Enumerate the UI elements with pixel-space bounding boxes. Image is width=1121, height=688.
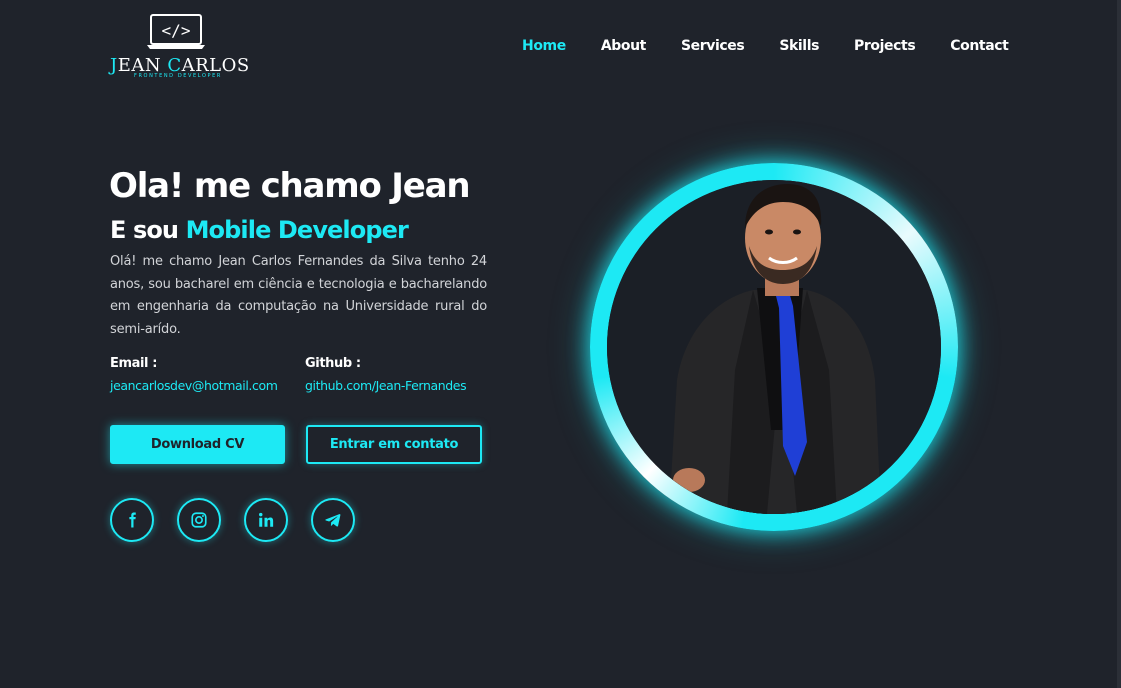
telegram-icon xyxy=(325,514,341,527)
laptop-code-icon: </> xyxy=(147,14,205,49)
github-label: Github : xyxy=(305,356,361,371)
telegram-button[interactable] xyxy=(311,498,355,542)
nav-skills[interactable]: Skills xyxy=(779,38,819,58)
code-symbol: </> xyxy=(162,21,191,40)
email-label: Email : xyxy=(110,356,158,371)
instagram-button[interactable] xyxy=(177,498,221,542)
logo[interactable]: </> JEAN CARLOS FRONTEND DEVELOPER xyxy=(110,14,249,80)
download-cv-button[interactable]: Download CV xyxy=(110,425,285,464)
main-nav: Home About Services Skills Projects Cont… xyxy=(522,38,1009,58)
nav-projects[interactable]: Projects xyxy=(854,38,916,58)
linkedin-icon xyxy=(259,512,274,527)
instagram-icon xyxy=(191,512,207,528)
nav-contact[interactable]: Contact xyxy=(950,38,1009,58)
page-edge xyxy=(1117,0,1121,688)
email-link[interactable]: jeancarlosdev@hotmail.com xyxy=(110,378,278,393)
github-link[interactable]: github.com/Jean-Fernandes xyxy=(305,378,467,393)
hero-subtitle: E sou Mobile Developer xyxy=(110,216,409,244)
brand-tagline: FRONTEND DEVELOPER xyxy=(134,73,222,79)
nav-services[interactable]: Services xyxy=(681,38,745,58)
profile-ring xyxy=(590,163,958,531)
nav-about[interactable]: About xyxy=(601,38,647,58)
facebook-icon xyxy=(129,512,136,528)
bio-text: Olá! me chamo Jean Carlos Fernandes da S… xyxy=(110,254,487,337)
role-highlight: Mobile Developer xyxy=(185,216,409,244)
profile-portrait xyxy=(607,180,941,514)
facebook-button[interactable] xyxy=(110,498,154,542)
contact-button[interactable]: Entrar em contato xyxy=(306,425,482,464)
profile-photo xyxy=(607,180,941,514)
nav-home[interactable]: Home xyxy=(522,38,566,58)
linkedin-button[interactable] xyxy=(244,498,288,542)
hero-title: Ola! me chamo Jean xyxy=(109,166,471,206)
